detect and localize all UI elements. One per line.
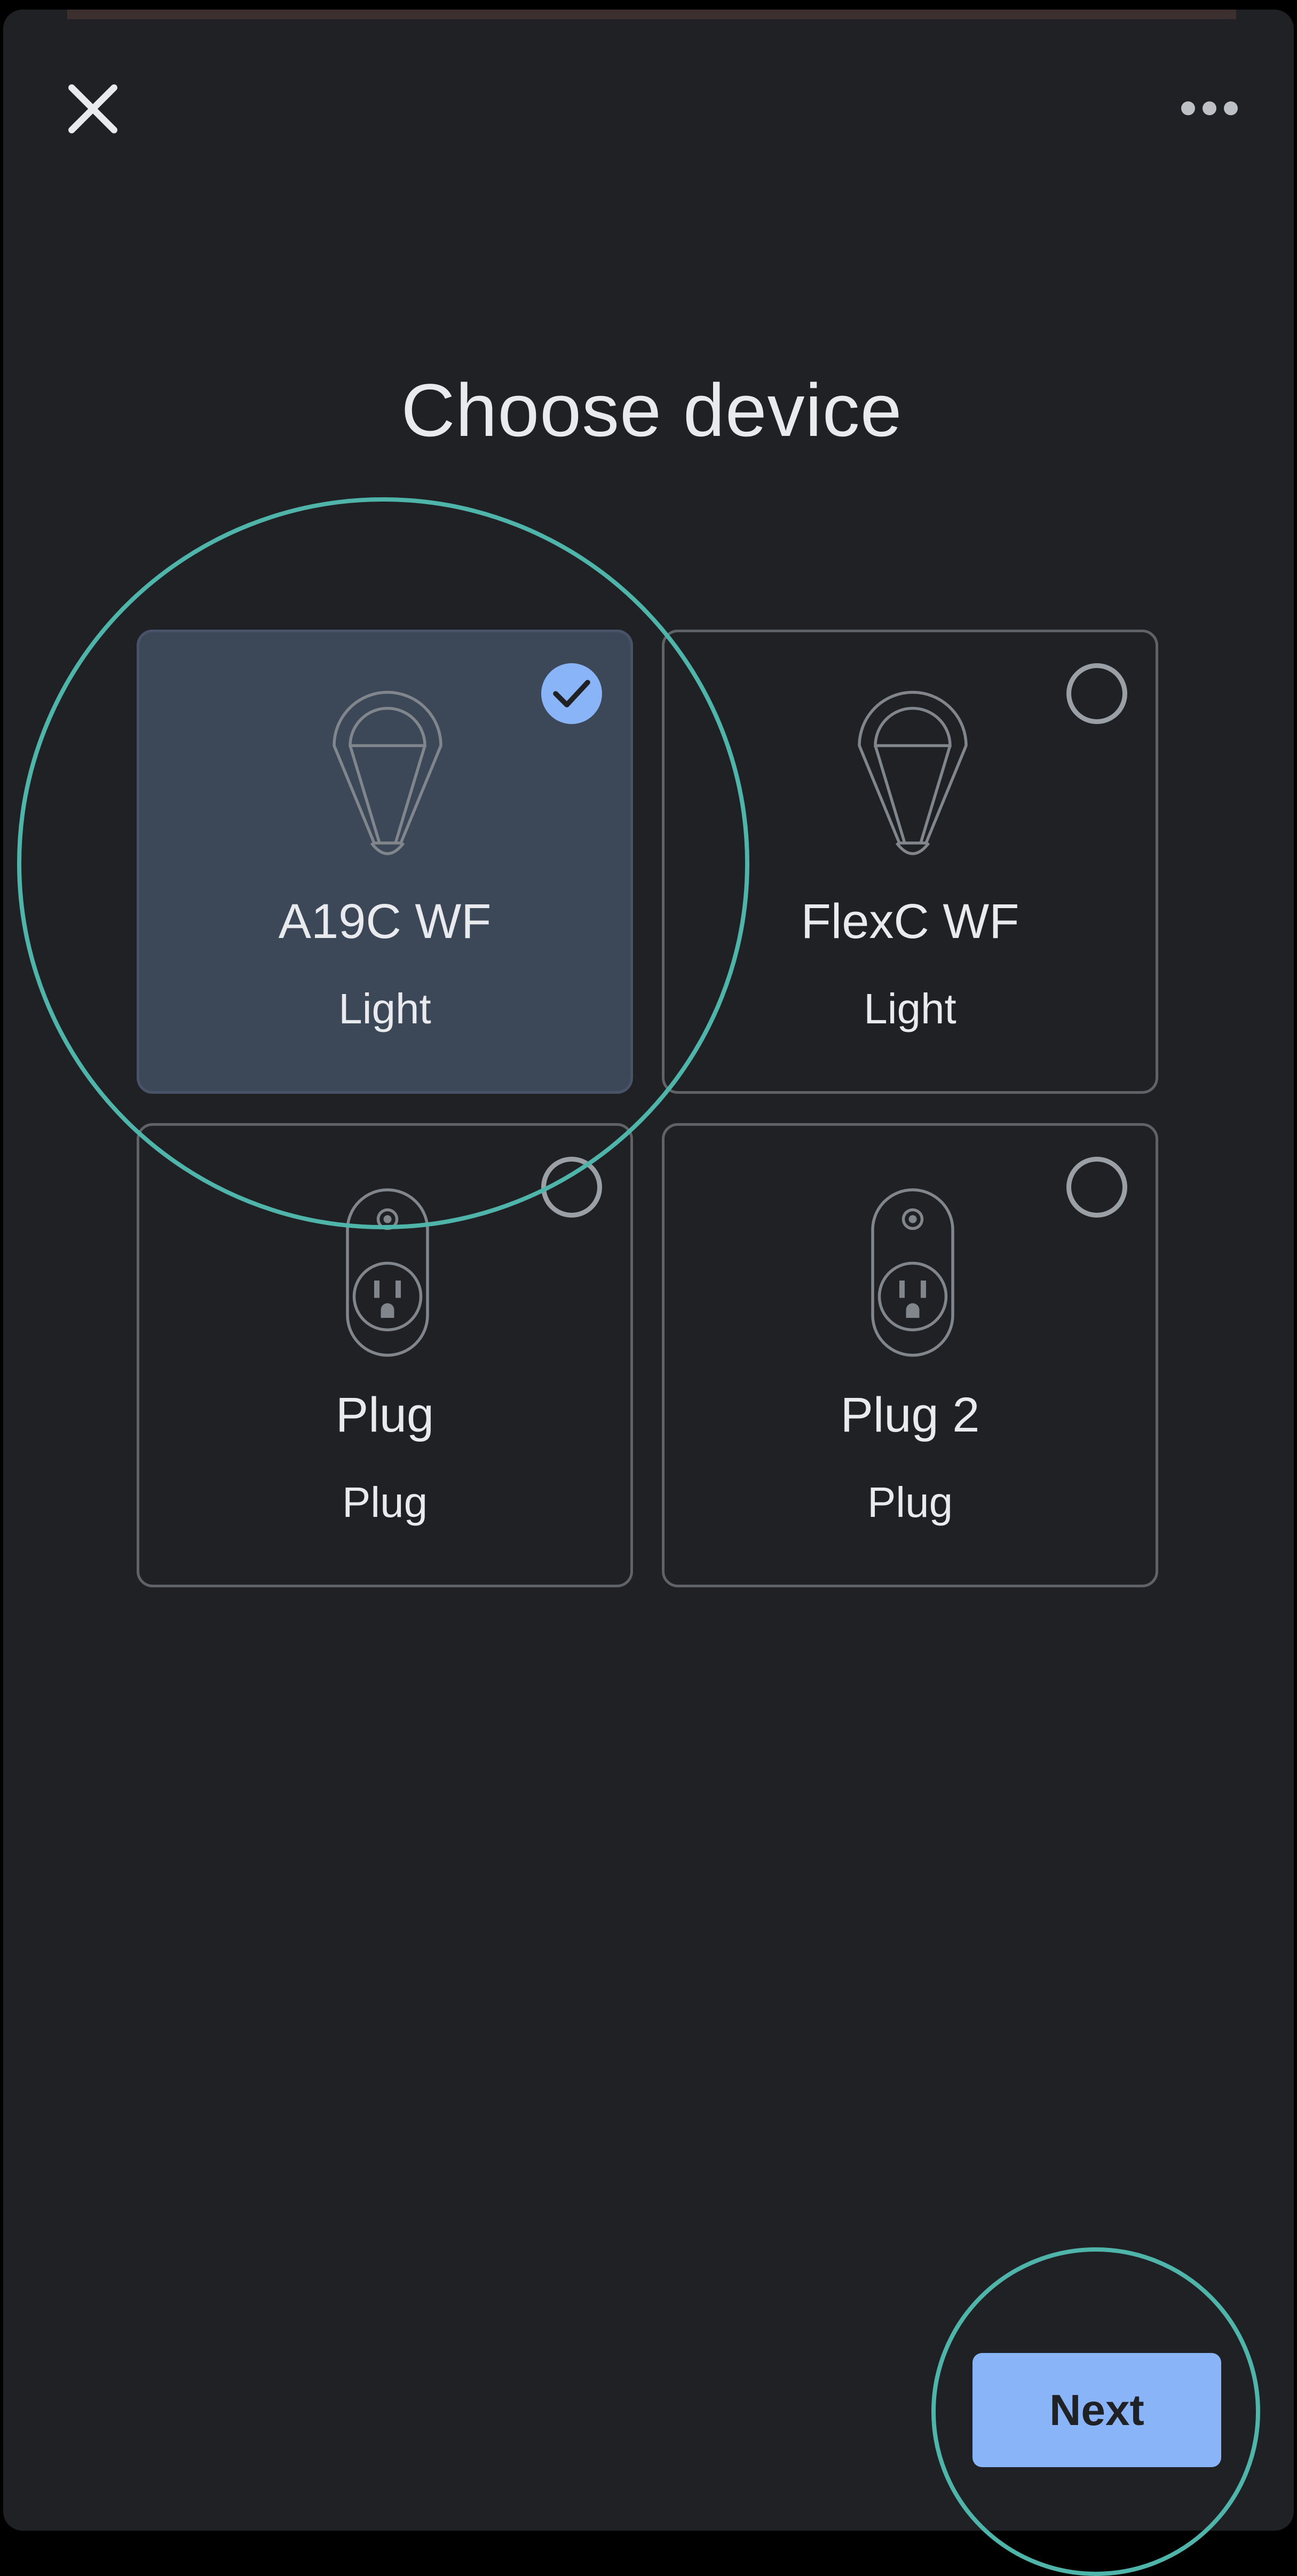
- device-type: Light: [338, 985, 431, 1032]
- device-type: Light: [864, 985, 956, 1032]
- radio-unselected-icon[interactable]: [1065, 662, 1129, 726]
- close-icon[interactable]: [57, 73, 129, 145]
- selected-check-icon[interactable]: [540, 662, 604, 726]
- page-title: Choose device: [401, 368, 903, 452]
- device-name: Plug: [335, 1388, 434, 1442]
- radio-unselected-icon[interactable]: [540, 1155, 604, 1219]
- device-name: A19C WF: [278, 894, 492, 949]
- device-card-a19c-wf[interactable]: A19C WF Light: [137, 630, 633, 1094]
- outlet-icon: [871, 1188, 954, 1357]
- device-card-flexc-wf[interactable]: FlexC WF Light: [662, 630, 1158, 1094]
- device-name: Plug 2: [840, 1388, 980, 1442]
- more-horizontal-icon[interactable]: [1167, 79, 1252, 138]
- device-type: Plug: [867, 1478, 953, 1526]
- outlet-icon: [346, 1188, 429, 1357]
- next-button[interactable]: Next: [972, 2353, 1221, 2467]
- status-bar: [67, 10, 1236, 19]
- device-name: FlexC WF: [801, 894, 1019, 949]
- bulb-icon: [333, 690, 442, 855]
- bulb-icon: [858, 690, 968, 855]
- device-type: Plug: [342, 1478, 428, 1526]
- device-card-plug[interactable]: Plug Plug: [137, 1123, 633, 1587]
- radio-unselected-icon[interactable]: [1065, 1155, 1129, 1219]
- device-card-plug-2[interactable]: Plug 2 Plug: [662, 1123, 1158, 1587]
